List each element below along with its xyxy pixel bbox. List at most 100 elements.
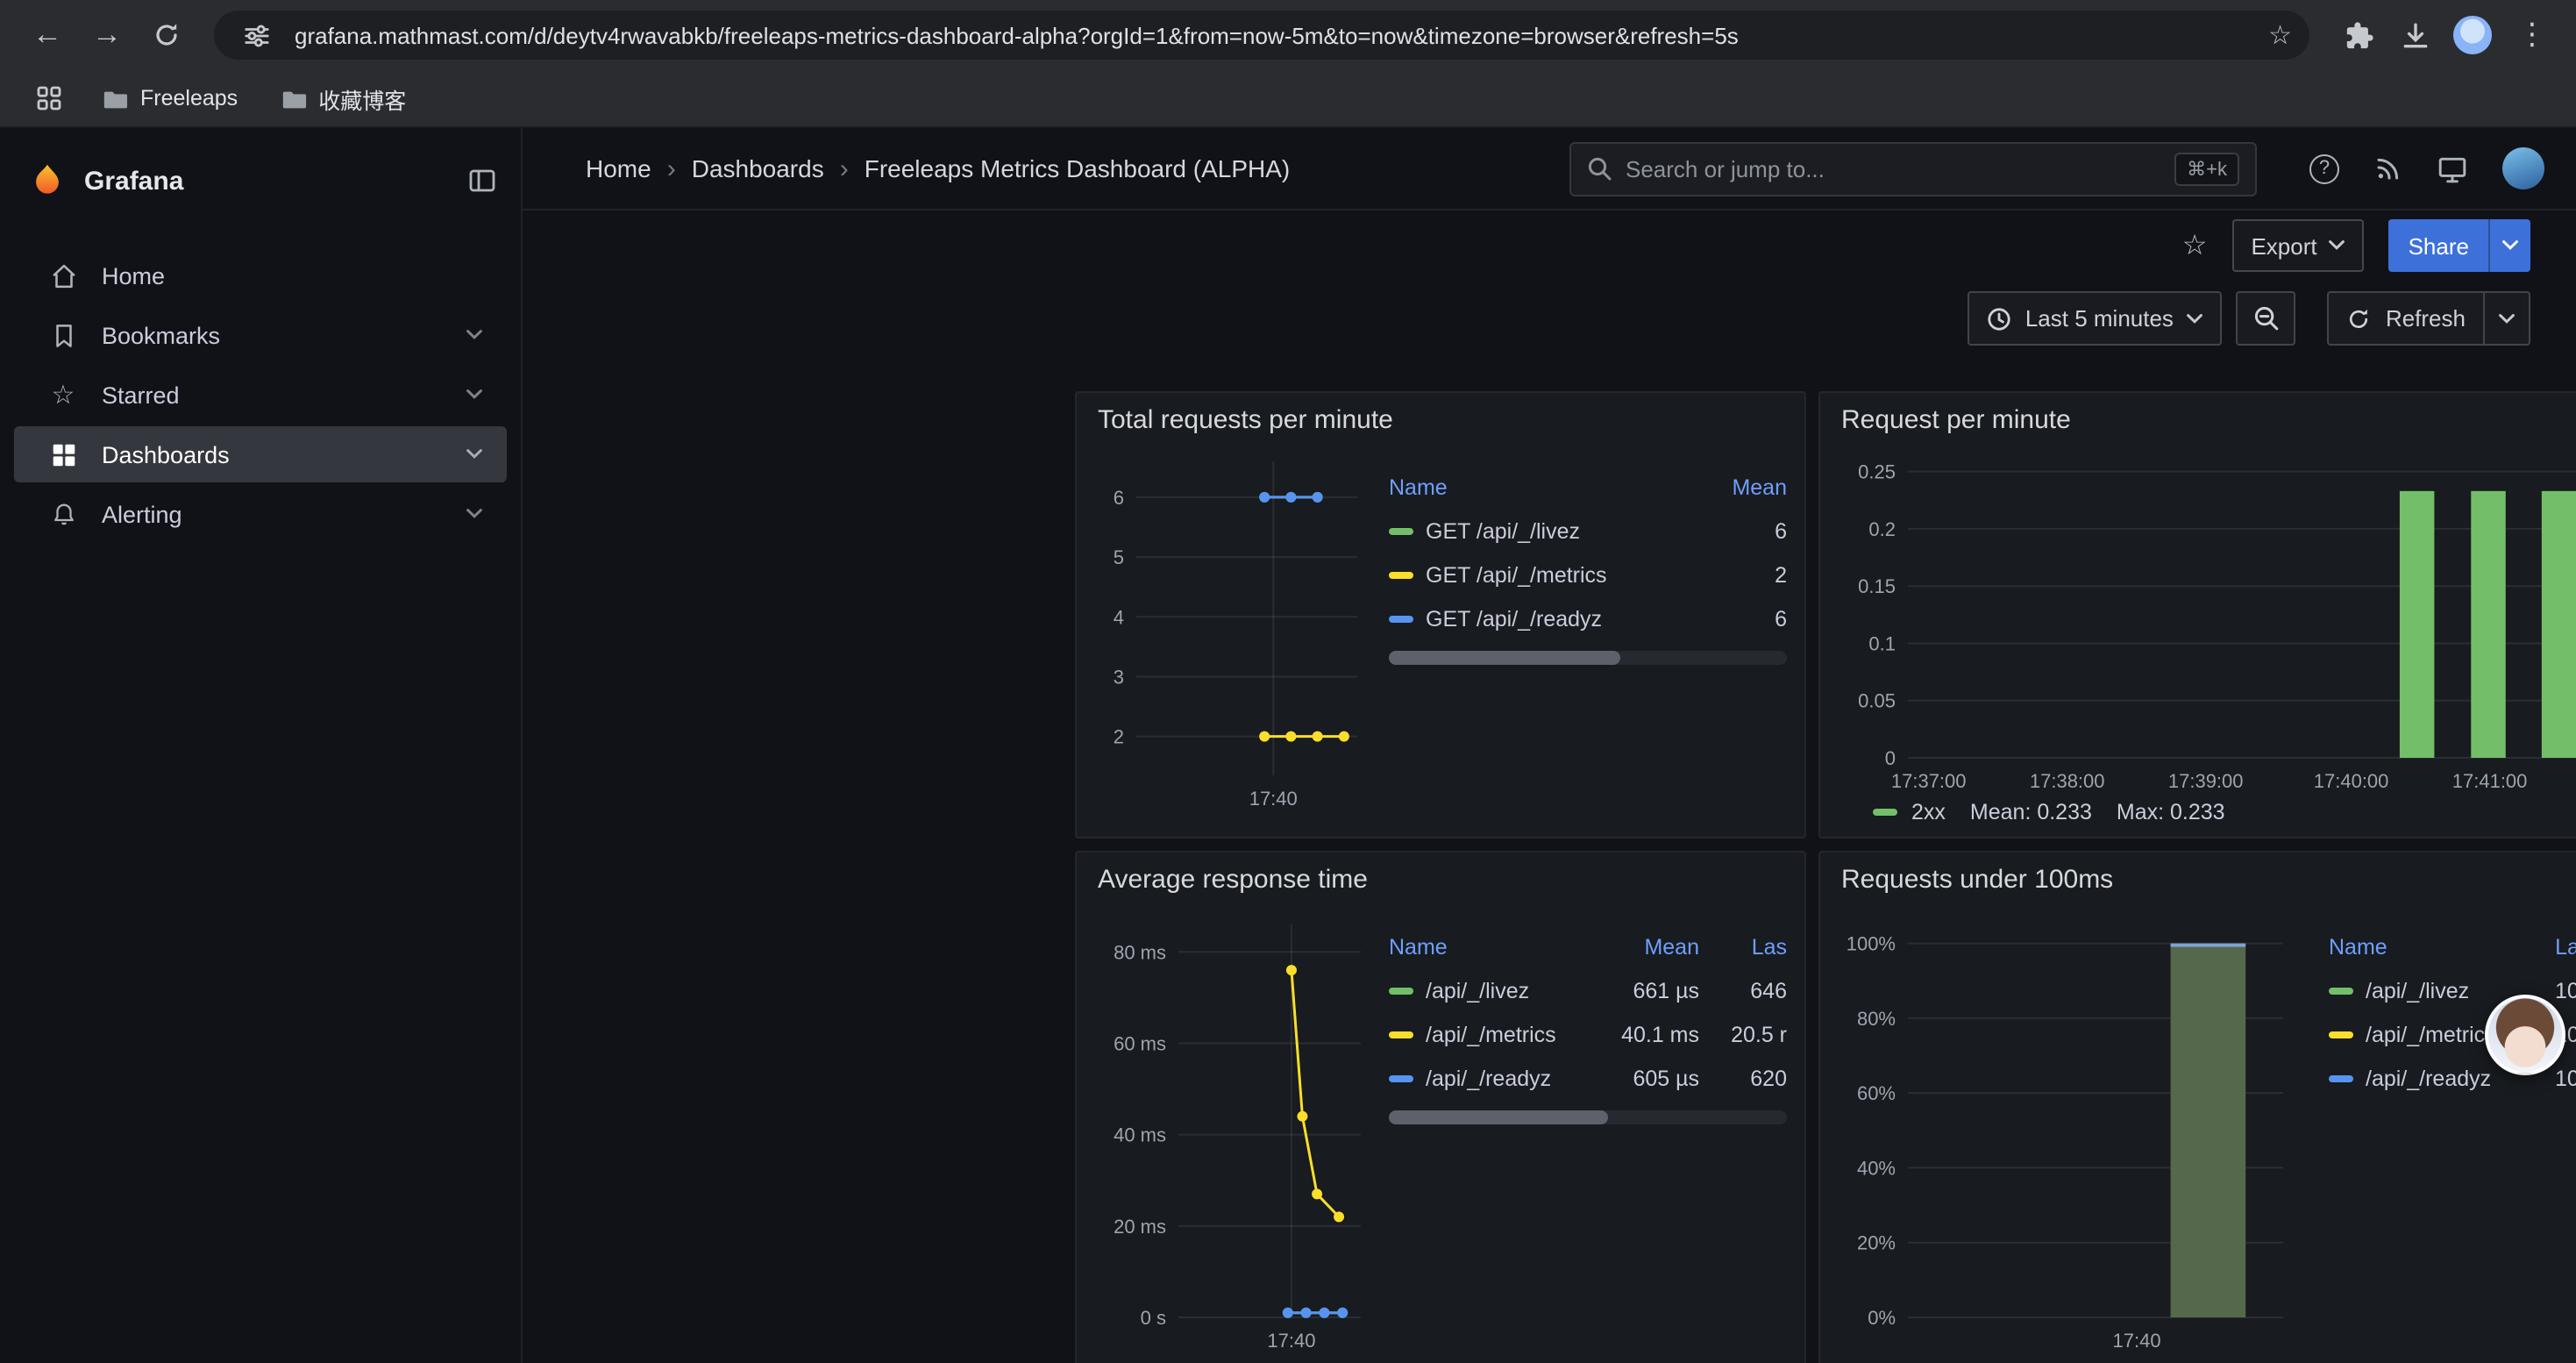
legend-column-header[interactable]: Name: [1389, 924, 1590, 968]
chevron-down-icon[interactable]: [466, 330, 482, 340]
legend-column-header[interactable]: Mean: [1706, 465, 1787, 509]
refresh-interval-caret[interactable]: [2485, 291, 2530, 346]
dock-sidebar-icon[interactable]: [468, 167, 496, 195]
legend-row[interactable]: /api/_/readyz: [1389, 1056, 1590, 1100]
dashboard-toolbar: ☆ Export Share: [523, 211, 2576, 281]
search-placeholder: Search or jump to...: [1626, 155, 2160, 182]
legend-row[interactable]: /api/_/readyz: [2329, 1056, 2520, 1100]
sidebar-item-alerting[interactable]: Alerting: [14, 486, 507, 542]
zoom-out-button[interactable]: [2237, 291, 2296, 346]
home-icon: [46, 260, 81, 290]
svg-text:80 ms: 80 ms: [1114, 941, 1166, 963]
panel-title[interactable]: Request per minute: [1820, 393, 2576, 440]
scrollbar-thumb[interactable]: [1389, 651, 1619, 665]
grafana-logo[interactable]: [28, 161, 67, 200]
sidebar-item-bookmarks[interactable]: Bookmarks: [14, 307, 507, 363]
refresh-icon: [2347, 306, 2372, 331]
legend-row[interactable]: GET /api/_/livez: [1389, 509, 1696, 553]
breadcrumb-dashboards[interactable]: Dashboards: [692, 154, 824, 182]
downloads-icon[interactable]: [2390, 11, 2439, 60]
user-avatar[interactable]: [2502, 147, 2544, 189]
export-button[interactable]: Export: [2231, 219, 2364, 272]
series-name[interactable]: GET /api/_/readyz: [1426, 606, 1602, 631]
extensions-icon[interactable]: [2334, 11, 2383, 60]
legend-column-header[interactable]: Name: [2329, 924, 2520, 968]
total-requests-plot: 2345617:40: [1094, 440, 1375, 817]
sidebar-item-dashboards[interactable]: Dashboards: [14, 426, 507, 482]
legend-column-header[interactable]: Mean: [1601, 924, 1699, 968]
svg-text:17:40: 17:40: [2113, 1330, 2161, 1352]
series-name[interactable]: GET /api/_/livez: [1426, 518, 1580, 543]
average-response-time-chart[interactable]: 0 s20 ms40 ms60 ms80 ms17:40: [1094, 900, 1375, 1359]
assistant-avatar[interactable]: [2485, 995, 2565, 1075]
chevron-down-icon: [2499, 313, 2515, 324]
requests-under-100ms-chart[interactable]: 0%20%40%60%80%100%17:40: [1838, 900, 2315, 1359]
panel-title[interactable]: Requests under 100ms: [1820, 853, 2576, 900]
svg-text:20%: 20%: [1857, 1232, 1896, 1254]
time-range-picker[interactable]: Last 5 minutes: [1968, 291, 2223, 346]
legend-column-header[interactable]: Las: [1710, 924, 1787, 968]
series-name[interactable]: /api/_/readyz: [2366, 1066, 2491, 1090]
series-name[interactable]: /api/_/metrics: [1426, 1022, 1556, 1046]
svg-text:17:38:00: 17:38:00: [2030, 770, 2105, 792]
help-icon[interactable]: ?: [2309, 153, 2339, 183]
share-button[interactable]: Share: [2389, 219, 2530, 272]
series-name[interactable]: 2xx: [1911, 800, 1946, 824]
legend-scrollbar[interactable]: [1389, 651, 1787, 665]
legend-column-header[interactable]: Last *: [2530, 924, 2576, 968]
svg-text:0%: 0%: [1868, 1307, 1896, 1329]
apps-grid-icon[interactable]: [25, 74, 74, 123]
url-bar[interactable]: grafana.mathmast.com/d/deytv4rwavabkb/fr…: [214, 11, 2309, 60]
series-name[interactable]: /api/_/readyz: [1426, 1066, 1551, 1090]
svg-text:100%: 100%: [1847, 933, 1896, 955]
series-name[interactable]: GET /api/_/metrics: [1426, 562, 1607, 587]
favorite-star-icon[interactable]: ☆: [2182, 228, 2208, 263]
grafana-header: Home › Dashboards › Freeleaps Metrics Da…: [523, 128, 2576, 211]
chevron-down-icon[interactable]: [466, 389, 482, 400]
share-caret[interactable]: [2488, 219, 2530, 272]
reload-icon[interactable]: [140, 9, 193, 61]
legend-row[interactable]: GET /api/_/metrics: [1389, 553, 1696, 596]
back-icon[interactable]: ←: [21, 9, 74, 61]
breadcrumb-home[interactable]: Home: [586, 154, 651, 182]
legend-row[interactable]: GET /api/_/readyz: [1389, 596, 1696, 640]
panel-title[interactable]: Total requests per minute: [1077, 393, 1804, 440]
chevron-down-icon[interactable]: [466, 449, 482, 460]
legend-column-header[interactable]: Name: [1389, 465, 1696, 509]
panel-title[interactable]: Average response time: [1077, 853, 1804, 900]
brand-name[interactable]: Grafana: [84, 166, 451, 196]
svg-text:40 ms: 40 ms: [1114, 1124, 1166, 1146]
series-name[interactable]: /api/_/livez: [2366, 978, 2469, 1003]
browser-menu-icon[interactable]: ⋮: [2506, 9, 2558, 61]
folder-icon: [280, 85, 306, 111]
scrollbar-thumb[interactable]: [1389, 1110, 1608, 1124]
legend-row[interactable]: /api/_/livez: [2329, 968, 2520, 1012]
bookmark-star-icon[interactable]: ☆: [2268, 19, 2292, 51]
request-per-minute-chart[interactable]: 00.050.10.150.20.2517:37:0017:38:0017:39…: [1838, 440, 2576, 800]
series-swatch: [1389, 571, 1413, 578]
sidebar-item-home[interactable]: Home: [14, 247, 507, 303]
profile-avatar[interactable]: [2453, 16, 2492, 54]
site-settings-icon[interactable]: [231, 11, 281, 60]
bookmark-folder-freeleaps[interactable]: Freeleaps: [88, 80, 252, 117]
monitor-icon[interactable]: [2437, 153, 2467, 183]
legend-row[interactable]: /api/_/metrics: [1389, 1012, 1590, 1056]
rss-icon[interactable]: [2374, 154, 2402, 182]
sidebar-item-starred[interactable]: ☆ Starred: [14, 367, 507, 423]
legend-row[interactable]: /api/_/livez: [1389, 968, 1590, 1012]
bookmark-label[interactable]: Freeleaps: [140, 86, 238, 111]
search-input[interactable]: Search or jump to... ⌘+k: [1569, 141, 2257, 196]
legend-scrollbar[interactable]: [1389, 1110, 1787, 1124]
total-requests-chart[interactable]: 2345617:40: [1094, 440, 1375, 817]
series-name[interactable]: /api/_/metrics: [2366, 1022, 2496, 1046]
svg-text:5: 5: [1114, 546, 1124, 568]
bookmark-label[interactable]: 收藏博客: [318, 82, 406, 115]
url-text[interactable]: grafana.mathmast.com/d/deytv4rwavabkb/fr…: [295, 22, 2254, 48]
chevron-down-icon: [2502, 240, 2518, 251]
series-name[interactable]: /api/_/livez: [1426, 978, 1529, 1003]
share-label[interactable]: Share: [2389, 219, 2488, 272]
chevron-down-icon[interactable]: [466, 509, 482, 519]
forward-icon[interactable]: →: [81, 9, 133, 61]
refresh-button[interactable]: Refresh: [2328, 291, 2485, 346]
bookmark-folder-blogs[interactable]: 收藏博客: [266, 76, 420, 120]
